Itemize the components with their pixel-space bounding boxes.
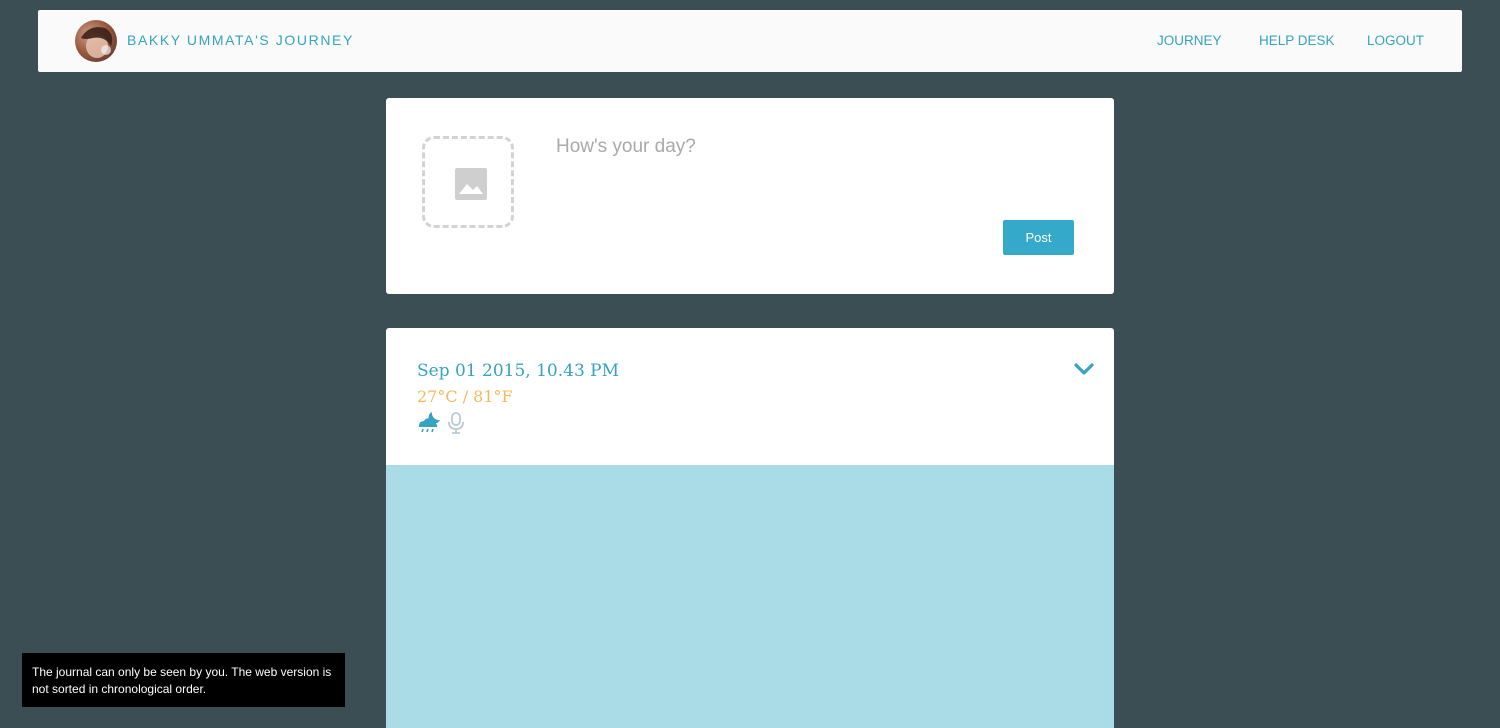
top-navbar: BAKKY UMMATA'S JOURNEY JOURNEY HELP DESK… — [38, 10, 1462, 72]
nav-journey-link[interactable]: JOURNEY — [1157, 33, 1222, 48]
night-rain-icon — [418, 412, 440, 433]
entry-temperature: 27°C / 81°F — [417, 387, 513, 406]
nav-help-desk-link[interactable]: HELP DESK — [1259, 33, 1335, 48]
privacy-notice: The journal can only be seen by you. The… — [22, 653, 345, 707]
compose-card: Post — [386, 98, 1114, 294]
journal-entry-card: Sep 01 2015, 10.43 PM 27°C / 81°F — [386, 328, 1114, 728]
add-photo-dropzone[interactable] — [422, 136, 514, 228]
chevron-down-icon[interactable] — [1073, 362, 1095, 376]
nav-logout-link[interactable]: LOGOUT — [1367, 33, 1424, 48]
image-placeholder-icon — [455, 168, 487, 200]
microphone-icon[interactable] — [447, 412, 465, 434]
user-avatar[interactable] — [75, 20, 117, 62]
day-entry-input[interactable] — [556, 136, 1036, 216]
privacy-notice-text: The journal can only be seen by you. The… — [32, 665, 332, 696]
entry-photo-placeholder[interactable] — [386, 465, 1114, 728]
journal-title: BAKKY UMMATA'S JOURNEY — [127, 32, 354, 48]
post-button[interactable]: Post — [1003, 220, 1074, 255]
entry-date: Sep 01 2015, 10.43 PM — [417, 361, 620, 381]
avatar-photo-icon — [81, 27, 113, 58]
